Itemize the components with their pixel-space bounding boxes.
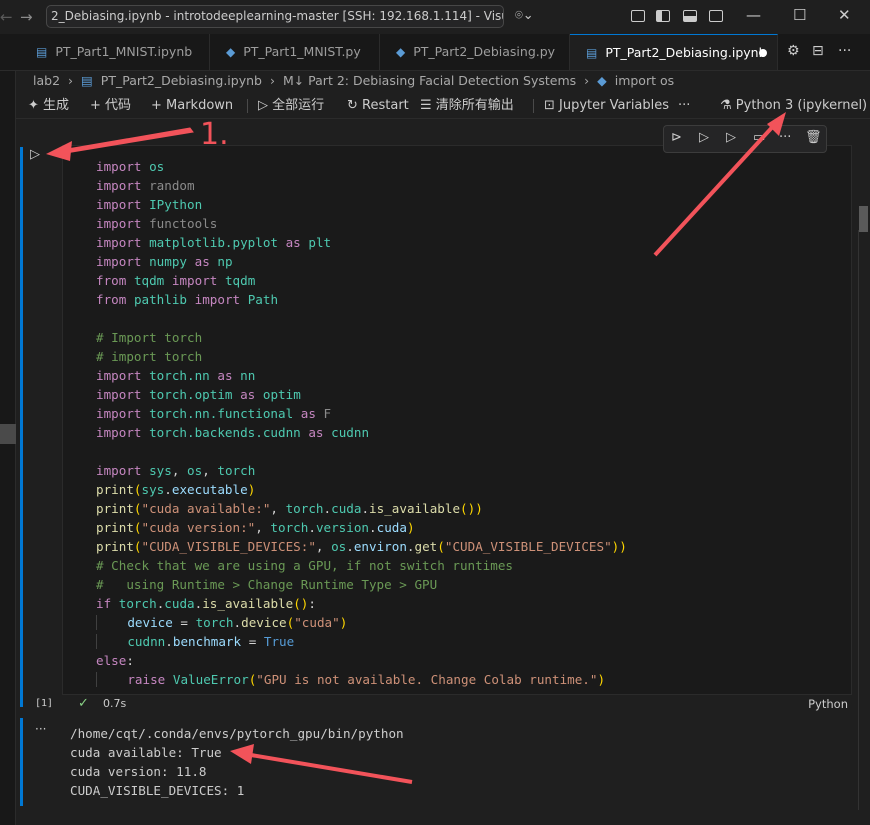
tab-pt-part2-debiasing-py[interactable]: ◆ PT_Part2_Debiasing.py [380,34,570,70]
cell-language-picker[interactable]: Python [808,697,848,711]
output-line: CUDA_VISIBLE_DEVICES: 1 [70,783,245,798]
cell-output: /home/cqt/.conda/envs/pytorch_gpu/bin/py… [70,724,404,800]
execute-above-icon[interactable]: ▷ [699,130,709,145]
python-icon: ◆ [226,45,236,59]
python-icon: ◆ [597,73,607,88]
toggle-panel-icon[interactable] [683,10,697,22]
tab-pt-part1-mnist-py[interactable]: ◆ PT_Part1_MNIST.py [210,34,380,70]
notebook-toolbar: ✦ 生成 + 代码 + Markdown ▷ 全部运行 ↻ Restart ☰ … [16,93,870,119]
tab-pt-part1-mnist-ipynb[interactable]: ▤ PT_Part1_MNIST.ipynb [20,34,210,70]
clear-outputs-button[interactable]: ☰ 清除所有输出 [420,93,514,119]
execution-time: 0.7s [103,697,127,710]
title-bar: ← → 2_Debiasing.ipynb - introtodeeplearn… [0,0,870,34]
scrollbar-thumb[interactable] [859,206,868,232]
trash-icon[interactable]: 🗑 [805,130,822,145]
tab-pt-part2-debiasing-ipynb[interactable]: ▤ PT_Part2_Debiasing.ipynb [570,34,778,70]
run-above-icon[interactable]: ⊳ [671,130,682,145]
customize-layout-icon[interactable] [631,10,645,22]
close-button[interactable]: ✕ [838,6,851,24]
separator [533,99,534,113]
copilot-icon[interactable]: ⌾⌄ [515,8,534,23]
restart-button[interactable]: ↻ Restart [347,93,409,119]
restart-icon: ↻ [347,98,363,113]
run-cell-icon[interactable]: ▷ [30,147,40,162]
flask-icon: ⚗ [720,98,736,113]
toggle-primary-sidebar-icon[interactable] [656,10,670,22]
breadcrumb-symbol[interactable]: import os [615,73,674,88]
notebook-icon: ▤ [81,73,93,88]
command-center-search[interactable]: 2_Debiasing.ipynb - introtodeeplearning-… [46,5,504,28]
output-line: cuda available: True [70,745,222,760]
run-all-button[interactable]: ▷ 全部运行 [258,93,324,119]
separator [247,99,248,113]
sparkle-icon: ✦ [28,98,44,113]
chevron-right-icon: › [269,73,275,88]
split-cell-icon[interactable]: ▭ [753,130,765,145]
gear-icon[interactable]: ⚙ [787,43,800,59]
notebook-icon: ▤ [36,45,48,59]
breadcrumb: lab2 › ▤ PT_Part2_Debiasing.ipynb › M↓ P… [16,70,870,92]
more-icon[interactable]: ··· [779,130,791,145]
breadcrumb-file[interactable]: PT_Part2_Debiasing.ipynb [101,73,262,88]
back-arrow-icon[interactable]: ← [0,8,13,26]
more-toolbar-button[interactable]: ··· [678,93,690,119]
unsaved-dot-icon[interactable] [759,49,767,57]
output-line: /home/cqt/.conda/envs/pytorch_gpu/bin/py… [70,726,404,741]
maximize-button[interactable]: ☐ [793,6,806,24]
python-icon: ◆ [396,45,406,59]
more-actions-icon[interactable]: ··· [838,43,851,59]
code-content: import os import random import IPython i… [96,159,627,687]
execute-below-icon[interactable]: ▷ [726,130,736,145]
generate-button[interactable]: ✦ 生成 [28,93,69,119]
output-line: cuda version: 11.8 [70,764,207,779]
editor-tabs: ▤ PT_Part1_MNIST.ipynb ◆ PT_Part1_MNIST.py… [0,34,870,71]
jupyter-variables-button[interactable]: ⊡ Jupyter Variables [544,93,669,119]
cell-toolbar: ⊳ ▷ ▷ ▭ ··· 🗑 [663,125,827,153]
output-more-icon[interactable]: ··· [35,722,46,736]
output-focus-indicator [20,718,23,806]
run-all-icon: ▷ [258,98,273,113]
kernel-picker[interactable]: ⚗ Python 3 (ipykernel) [720,93,867,119]
breadcrumb-folder[interactable]: lab2 [33,73,60,88]
add-markdown-button[interactable]: + Markdown [151,93,233,119]
split-editor-icon[interactable]: ⊟ [812,43,824,59]
forward-arrow-icon[interactable]: → [20,8,33,26]
toggle-secondary-sidebar-icon[interactable] [709,10,723,22]
chevron-right-icon: › [584,73,590,88]
annotation-label: 1. [200,117,229,152]
variables-icon: ⊡ [544,98,560,113]
scrollbar-track[interactable] [858,230,859,810]
cell-focus-indicator [20,147,23,707]
sidebar-sash[interactable] [0,424,16,444]
breadcrumb-section[interactable]: M↓ Part 2: Debiasing Facial Detection Sy… [283,73,576,88]
notebook-icon: ▤ [586,46,598,60]
check-icon: ✓ [78,696,89,711]
clear-all-icon: ☰ [420,98,436,113]
add-code-button[interactable]: + 代码 [90,93,131,119]
chevron-right-icon: › [68,73,74,88]
minimize-button[interactable]: — [746,6,761,24]
execution-count: [1] [35,698,54,709]
